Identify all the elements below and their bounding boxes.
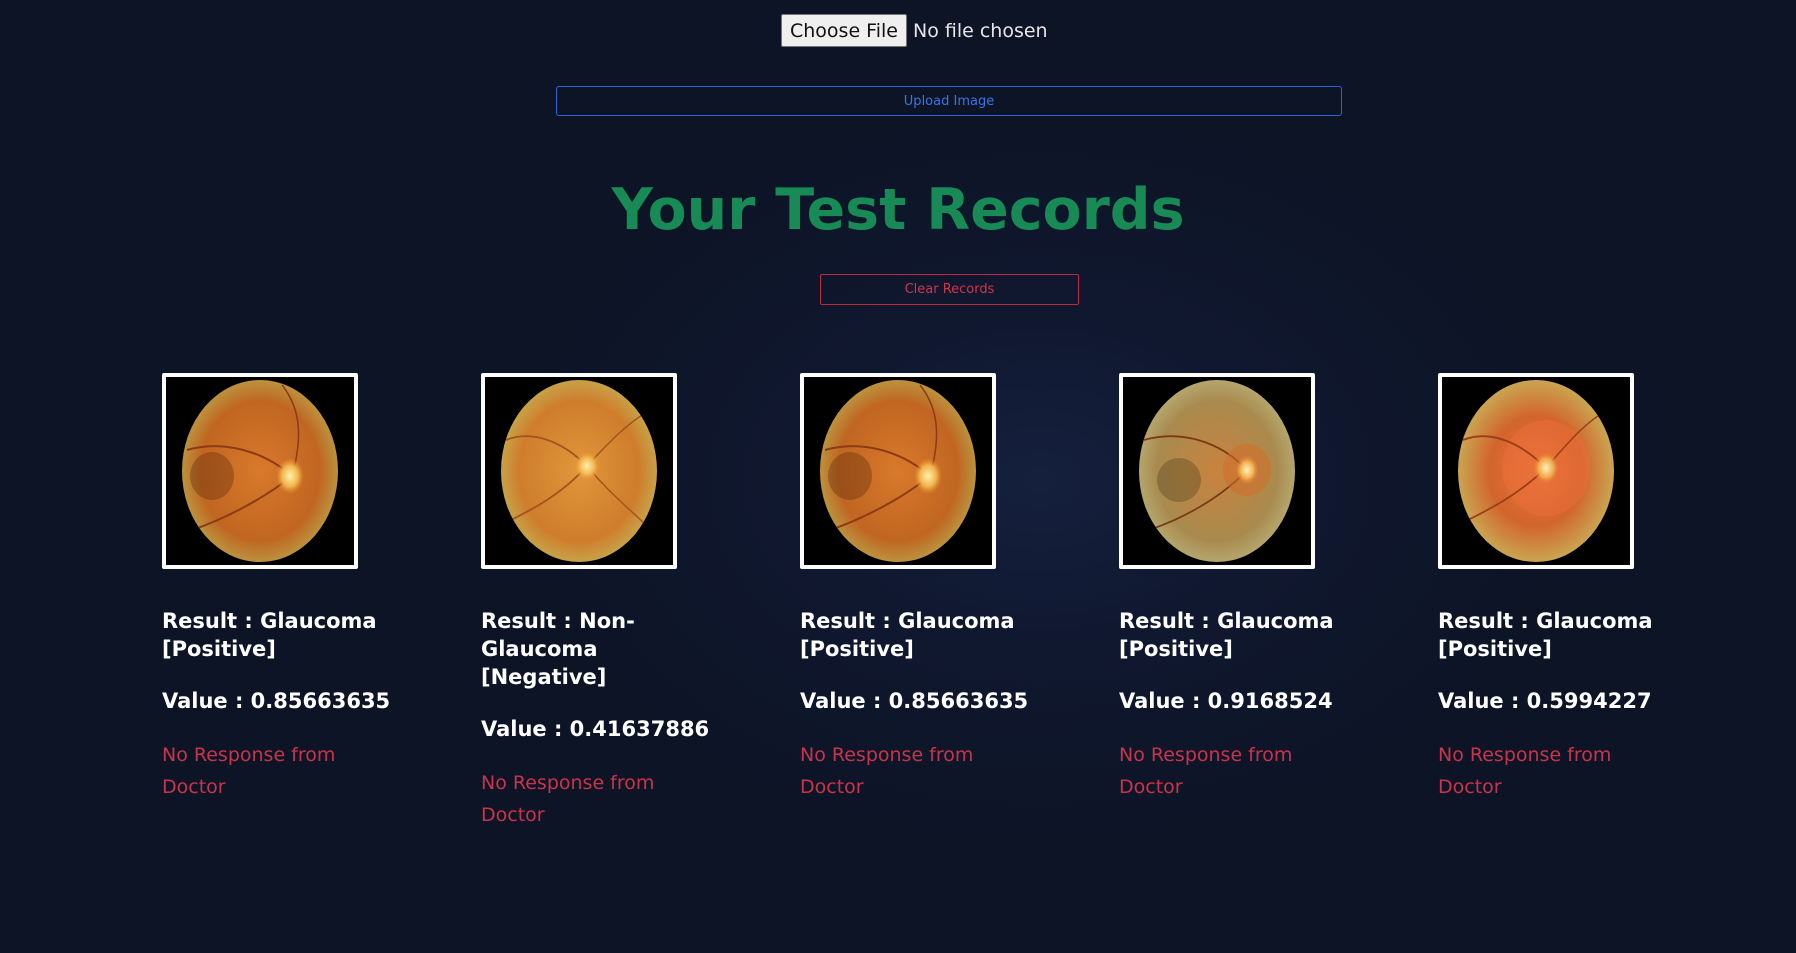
value-label: Value : 0.9168524	[1119, 689, 1333, 713]
retina-fundus-icon	[820, 380, 976, 562]
file-input[interactable]: Choose File No file chosen	[781, 14, 1048, 47]
file-status-text: No file chosen	[912, 19, 1048, 42]
retina-fundus-icon	[182, 380, 338, 562]
result-label: Result : Glaucoma [Positive]	[1119, 609, 1334, 661]
result-label: Result : Glaucoma [Positive]	[800, 609, 1015, 661]
retina-image	[1438, 373, 1634, 569]
result-label: Result : Glaucoma [Positive]	[162, 609, 377, 661]
value-label: Value : 0.5994227	[1438, 689, 1652, 713]
record-card: Result : Glaucoma [Positive] Value : 0.5…	[1438, 373, 1683, 803]
doctor-response: No Response from Doctor	[481, 772, 655, 826]
value-label: Value : 0.85663635	[800, 689, 1029, 713]
record-card: Result : Non-Glaucoma [Negative] Value :…	[481, 373, 726, 831]
retina-image	[162, 373, 358, 569]
record-card: Result : Glaucoma [Positive] Value : 0.8…	[800, 373, 1045, 803]
doctor-response: No Response from Doctor	[1438, 744, 1612, 798]
retina-fundus-icon	[1458, 380, 1614, 562]
upload-image-button[interactable]: Upload Image	[556, 86, 1342, 116]
record-card: Result : Glaucoma [Positive] Value : 0.8…	[162, 373, 407, 803]
doctor-response: No Response from Doctor	[162, 744, 336, 798]
record-card: Result : Glaucoma [Positive] Value : 0.9…	[1119, 373, 1364, 803]
doctor-response: No Response from Doctor	[1119, 744, 1293, 798]
retina-image	[1119, 373, 1315, 569]
value-label: Value : 0.85663635	[162, 689, 391, 713]
retina-fundus-icon	[501, 380, 657, 562]
page-title: Your Test Records	[611, 177, 1185, 243]
clear-records-button[interactable]: Clear Records	[820, 274, 1079, 305]
choose-file-button[interactable]: Choose File	[781, 14, 907, 47]
doctor-response: No Response from Doctor	[800, 744, 974, 798]
value-label: Value : 0.41637886	[481, 717, 710, 741]
result-label: Result : Non-Glaucoma [Negative]	[481, 609, 635, 689]
retina-image	[481, 373, 677, 569]
retina-image	[800, 373, 996, 569]
result-label: Result : Glaucoma [Positive]	[1438, 609, 1653, 661]
retina-fundus-icon	[1139, 380, 1295, 562]
